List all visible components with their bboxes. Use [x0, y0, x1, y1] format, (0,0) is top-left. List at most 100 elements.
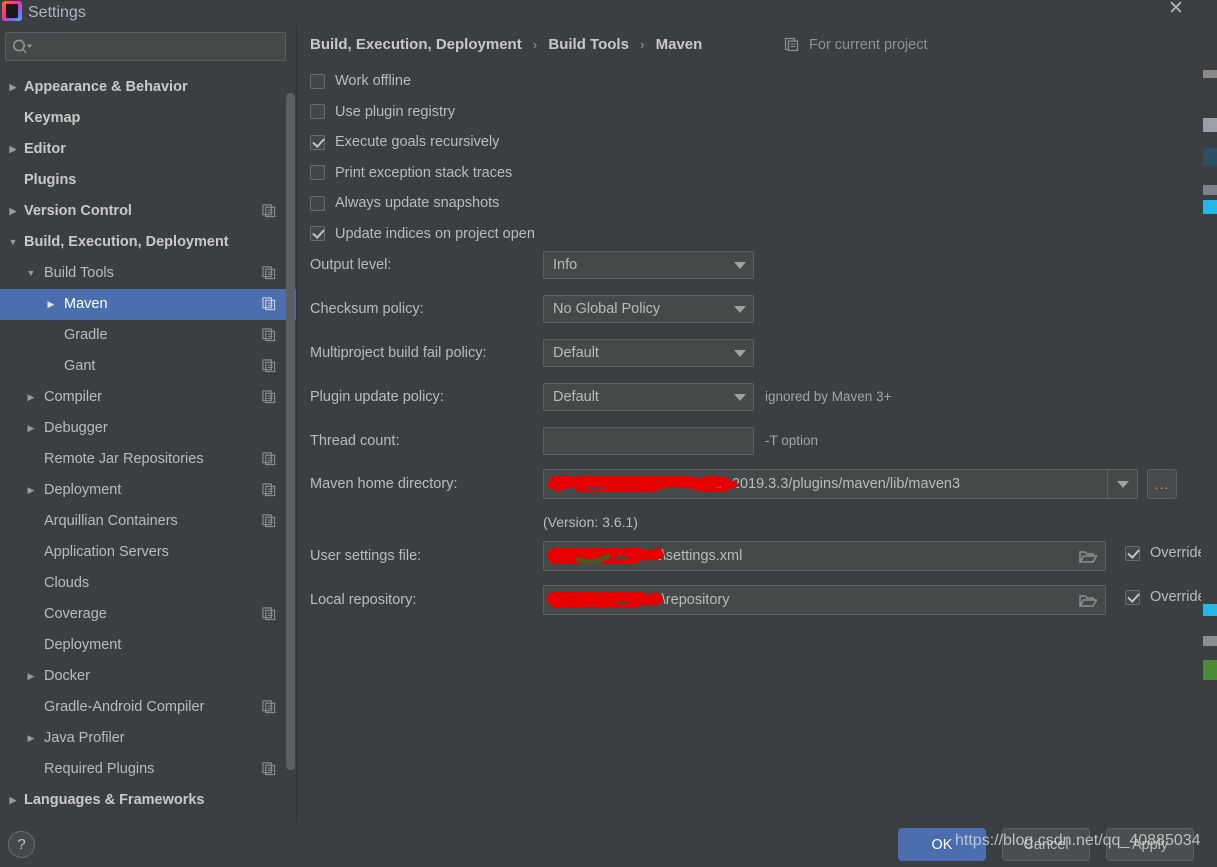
sidebar-item-build-execution-deployment[interactable]: ▼ Build, Execution, Deployment	[0, 227, 296, 258]
sidebar-item-keymap[interactable]: Keymap	[0, 103, 296, 134]
chevron-right-icon[interactable]: ▶	[6, 785, 20, 816]
chevron-right-icon[interactable]: ▶	[44, 289, 58, 320]
chevron-down-icon[interactable]: ▼	[24, 258, 38, 289]
sidebar-item-label: Gradle	[64, 327, 108, 343]
sidebar-item-maven[interactable]: ▶ Maven	[0, 289, 296, 320]
sidebar-item-build-tools[interactable]: ▼ Build Tools	[0, 258, 296, 289]
combo-output-level[interactable]: Info	[543, 251, 754, 279]
breadcrumb-part-2[interactable]: Build Tools	[548, 36, 629, 53]
local-repository-override-toggle[interactable]: Override	[1125, 589, 1201, 605]
chevron-down-icon[interactable]: ▼	[6, 227, 20, 258]
project-scope-icon	[784, 37, 799, 52]
combo-multiproject-build-fail-policy[interactable]: Default	[543, 339, 754, 367]
checkbox-row-use-plugin-registry[interactable]: Use plugin registry	[310, 101, 455, 123]
local-repository-browse-button[interactable]	[1071, 586, 1105, 614]
ok-button[interactable]: OK	[898, 828, 986, 861]
sidebar-item-application-servers[interactable]: Application Servers	[0, 537, 296, 568]
chevron-down-icon[interactable]	[727, 340, 753, 366]
settings-sidebar: ▶ Appearance & Behavior Keymap ▶ Editor Plugi…	[0, 25, 296, 823]
chevron-right-icon[interactable]: ▶	[24, 413, 38, 444]
sidebar-item-debugger[interactable]: ▶ Debugger	[0, 413, 296, 444]
sidebar-item-remote-jar-repositories[interactable]: Remote Jar Repositories	[0, 444, 296, 475]
combo-value-output-level: Info	[553, 257, 578, 273]
thread-count-input[interactable]	[543, 427, 754, 455]
sidebar-item-gradle-android-compiler[interactable]: Gradle-Android Compiler	[0, 692, 296, 723]
cancel-button[interactable]: Cancel	[1002, 828, 1090, 861]
checkbox-row-update-indices-on-project-open[interactable]: Update indices on project open	[310, 223, 535, 245]
checkbox-row-execute-goals-recursively[interactable]: Execute goals recursively	[310, 131, 499, 153]
search-input[interactable]	[5, 32, 286, 61]
breadcrumb-part-1[interactable]: Build, Execution, Deployment	[310, 36, 522, 53]
sidebar-item-compiler[interactable]: ▶ Compiler	[0, 382, 296, 413]
apply-button[interactable]: Apply	[1106, 828, 1194, 861]
chevron-down-icon[interactable]	[727, 296, 753, 322]
chevron-right-icon[interactable]: ▶	[6, 72, 20, 103]
sidebar-item-label: Build Tools	[44, 265, 114, 281]
sidebar-item-gradle[interactable]: Gradle	[0, 320, 296, 351]
sidebar-item-deployment[interactable]: ▶ Deployment	[0, 475, 296, 506]
dialog-titlebar: IJ Settings ✕	[0, 0, 1201, 25]
sidebar-item-required-plugins[interactable]: Required Plugins	[0, 754, 296, 785]
local-repository-value: C:\Users\usr\.m2\repository	[544, 592, 1071, 608]
maven-version-label: (Version: 3.6.1)	[543, 514, 638, 530]
local-repository-override-checkbox[interactable]	[1125, 589, 1140, 605]
maven-home-value: C:/Users/user/.IntelliJ IDEA 2019.3.3/pl…	[544, 476, 1107, 492]
user-settings-override-toggle[interactable]: Override	[1125, 545, 1201, 561]
project-scope-icon	[262, 607, 276, 621]
checkbox-print-exception-stack-traces[interactable]	[310, 165, 325, 180]
user-settings-override-checkbox[interactable]	[1125, 545, 1140, 561]
sidebar-item-appearance-behavior[interactable]: ▶ Appearance & Behavior	[0, 72, 296, 103]
checkbox-label-always-update-snapshots: Always update snapshots	[335, 195, 500, 211]
checkbox-execute-goals-recursively[interactable]	[310, 134, 325, 150]
settings-dialog: IJ Settings ✕ ▶ Appearance & Behavior Keym…	[0, 0, 1201, 867]
checkbox-always-update-snapshots[interactable]	[310, 195, 325, 211]
chevron-right-icon[interactable]: ▶	[24, 475, 38, 506]
local-repository-label: Local repository:	[310, 592, 417, 608]
project-scope-note: For current project	[784, 33, 928, 57]
checkbox-work-offline[interactable]	[310, 73, 325, 89]
chevron-right-icon[interactable]: ▶	[24, 382, 38, 413]
checkbox-label-execute-goals-recursively: Execute goals recursively	[335, 134, 500, 150]
maven-home-combo[interactable]: C:/Users/user/.IntelliJ IDEA 2019.3.3/pl…	[543, 469, 1138, 499]
sidebar-scrollbar-thumb[interactable]	[286, 93, 295, 770]
maven-home-dropdown-arrow[interactable]	[1107, 470, 1137, 498]
settings-tree[interactable]: ▶ Appearance & Behavior Keymap ▶ Editor Plugi…	[0, 72, 296, 823]
sidebar-item-editor[interactable]: ▶ Editor	[0, 134, 296, 165]
breadcrumb-separator: ›	[640, 37, 645, 52]
checkbox-row-always-update-snapshots[interactable]: Always update snapshots	[310, 192, 499, 214]
project-scope-icon	[262, 297, 276, 311]
combo-checksum-policy[interactable]: No Global Policy	[543, 295, 754, 323]
chevron-right-icon[interactable]: ▶	[24, 723, 38, 754]
chevron-down-icon[interactable]	[727, 252, 753, 278]
sidebar-scrollbar[interactable]	[286, 72, 295, 823]
checkbox-row-work-offline[interactable]: Work offline	[310, 70, 411, 92]
chevron-right-icon[interactable]: ▶	[24, 661, 38, 692]
user-settings-field[interactable]: C:\Users\usr\.m2\settings.xml	[543, 541, 1106, 571]
chevron-right-icon[interactable]: ▶	[6, 134, 20, 165]
chevron-down-icon[interactable]	[727, 384, 753, 410]
combo-plugin-update-policy[interactable]: Default	[543, 383, 754, 411]
sidebar-item-label: Gant	[64, 358, 96, 374]
local-repository-field[interactable]: C:\Users\usr\.m2\repository	[543, 585, 1106, 615]
sidebar-item-deployment[interactable]: Deployment	[0, 630, 296, 661]
checkbox-update-indices-on-project-open[interactable]	[310, 226, 325, 241]
sidebar-item-arquillian-containers[interactable]: Arquillian Containers	[0, 506, 296, 537]
close-icon[interactable]: ✕	[1159, 0, 1193, 22]
checkbox-row-print-exception-stack-traces[interactable]: Print exception stack traces	[310, 162, 512, 184]
maven-home-browse-button[interactable]: ...	[1147, 469, 1177, 499]
local-repository-override-label: Override	[1150, 589, 1201, 605]
sidebar-item-clouds[interactable]: Clouds	[0, 568, 296, 599]
sidebar-item-java-profiler[interactable]: ▶ Java Profiler	[0, 723, 296, 754]
chevron-right-icon[interactable]: ▶	[6, 196, 20, 227]
sidebar-item-version-control[interactable]: ▶ Version Control	[0, 196, 296, 227]
sidebar-item-docker[interactable]: ▶ Docker	[0, 661, 296, 692]
checkbox-use-plugin-registry[interactable]	[310, 104, 325, 119]
sidebar-item-gant[interactable]: Gant	[0, 351, 296, 382]
sidebar-item-plugins[interactable]: Plugins	[0, 165, 296, 196]
sidebar-item-languages-frameworks[interactable]: ▶ Languages & Frameworks	[0, 785, 296, 816]
breadcrumb-separator: ›	[532, 37, 538, 52]
help-button[interactable]: ?	[8, 831, 35, 858]
sidebar-item-coverage[interactable]: Coverage	[0, 599, 296, 630]
sidebar-item-label: Remote Jar Repositories	[44, 451, 204, 467]
user-settings-browse-button[interactable]	[1071, 542, 1105, 570]
